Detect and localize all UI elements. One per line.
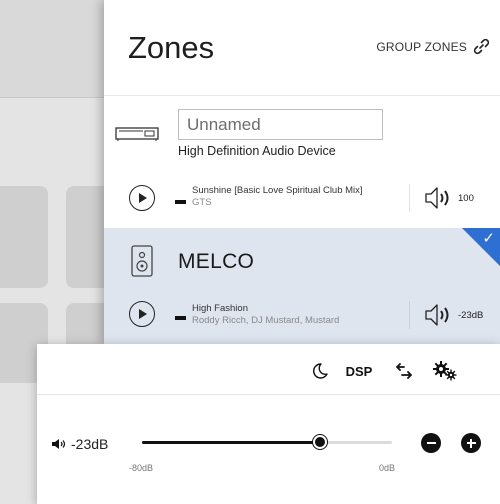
volume-popup: DSP -23dB -80dB 0dB [37,344,500,504]
slider-handle[interactable] [312,435,327,449]
divider [37,394,500,395]
volume-button[interactable]: -23dB [424,303,483,327]
volume-value: -23dB [458,309,484,321]
track-title: High Fashion [192,303,248,314]
moon-icon [313,363,328,379]
volume-button[interactable]: 100 [424,186,474,210]
slider-fill [142,441,320,444]
play-button[interactable] [129,185,155,211]
group-zones-label: GROUP ZONES [376,39,467,54]
play-button[interactable] [129,301,155,327]
background-header [0,0,104,98]
speaker-icon [425,187,449,209]
zone-melco[interactable]: ✓ MELCO High Fashion Roddy Ricch, DJ Mus… [104,228,500,345]
settings-icon [433,361,457,381]
minus-icon [426,441,436,445]
now-playing: Sunshine [Basic Love Spiritual Club Mix]… [192,185,363,209]
settings-button[interactable] [432,360,458,382]
track-title: Sunshine [Basic Love Spiritual Club Mix] [192,185,363,196]
dsp-button[interactable]: DSP [344,360,374,382]
slider-min-label: -80dB [129,463,154,473]
device-name: High Definition Audio Device [178,144,336,158]
group-zones-button[interactable]: GROUP ZONES [376,38,490,55]
current-volume-value: -23dB [71,436,109,452]
link-icon [473,38,490,55]
divider [409,184,410,212]
volume-slider[interactable] [142,435,392,449]
volume-up-button[interactable] [461,433,481,453]
track-artist: GTS [192,197,212,208]
stop-indicator [175,200,186,204]
slider-max-label: 0dB [379,463,396,473]
checkmark-icon: ✓ [482,230,495,247]
stop-indicator [175,316,186,320]
loudspeaker-icon [131,245,153,277]
dsp-label: DSP [345,363,373,379]
volume-down-button[interactable] [421,433,441,453]
audio-device-icon [115,127,159,141]
zone-name: MELCO [178,250,255,273]
zone-name-input[interactable] [178,109,383,140]
divider [104,95,500,96]
background-tile [0,186,48,288]
track-artist: Roddy Ricch, DJ Mustard, Mustard [192,315,340,326]
current-volume: -23dB [51,436,108,452]
transfer-icon [396,363,412,379]
sleep-timer-button[interactable] [309,360,331,382]
speaker-icon [52,439,66,449]
now-playing: High Fashion Roddy Ricch, DJ Mustard, Mu… [192,303,339,327]
speaker-icon [425,304,449,326]
divider [409,301,410,329]
volume-value: 100 [458,192,474,204]
plus-icon [466,438,476,448]
panel-title: Zones [128,30,215,65]
transfer-button[interactable] [393,360,415,382]
